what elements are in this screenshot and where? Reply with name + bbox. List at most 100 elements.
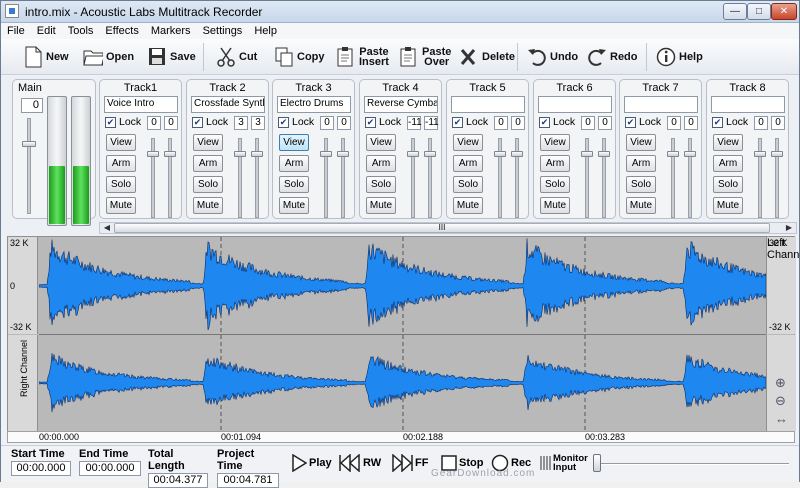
left-fader[interactable]	[667, 138, 679, 218]
waveform-editor[interactable]: 32 K 0 -32 K Right Channel 32 K Left Cha…	[7, 236, 800, 440]
redo-button[interactable]: Redo	[587, 41, 638, 73]
track-value-2[interactable]: 0	[337, 116, 351, 130]
menu-help[interactable]: Help	[248, 23, 283, 39]
zoom-in-icon[interactable]: ⊕	[775, 375, 786, 391]
mute-button[interactable]: Mute	[453, 197, 483, 214]
monitor-input-button[interactable]: Monitor Input	[539, 452, 588, 474]
arm-button[interactable]: Arm	[626, 155, 656, 172]
mute-button[interactable]: Mute	[366, 197, 396, 214]
track-name-field[interactable]: Reverse Cymbal F	[364, 96, 438, 113]
left-fader[interactable]	[494, 138, 506, 218]
track-value-1[interactable]: 0	[754, 116, 768, 130]
mute-button[interactable]: Mute	[193, 197, 223, 214]
paste-over-button[interactable]: Paste Over	[399, 41, 451, 73]
track-value-2[interactable]: -11	[424, 116, 439, 130]
track-value-1[interactable]: 0	[320, 116, 334, 130]
lock-checkbox[interactable]: ✔	[712, 117, 723, 128]
track-value-1[interactable]: -11	[407, 116, 422, 130]
right-fader-knob[interactable]	[251, 151, 263, 157]
mute-button[interactable]: Mute	[540, 197, 570, 214]
title-bar[interactable]: intro.mix - Acoustic Labs Multitrack Rec…	[1, 1, 799, 23]
left-fader-knob[interactable]	[320, 151, 332, 157]
left-fader-knob[interactable]	[147, 151, 159, 157]
left-fader-knob[interactable]	[234, 151, 246, 157]
mixer-horizontal-scrollbar[interactable]: ◀ III ▶	[99, 222, 797, 234]
right-fader[interactable]	[251, 138, 263, 218]
track-value-1[interactable]: 0	[494, 116, 508, 130]
left-fader[interactable]	[234, 138, 246, 218]
solo-button[interactable]: Solo	[626, 176, 656, 193]
close-button[interactable]: ✕	[771, 3, 797, 20]
right-fader-knob[interactable]	[424, 151, 436, 157]
monitor-level-track[interactable]	[593, 463, 789, 465]
solo-button[interactable]: Solo	[193, 176, 223, 193]
solo-button[interactable]: Solo	[713, 176, 743, 193]
cut-button[interactable]: Cut	[216, 41, 257, 73]
right-fader[interactable]	[511, 138, 523, 218]
menu-settings[interactable]: Settings	[197, 23, 249, 39]
undo-button[interactable]: Undo	[527, 41, 578, 73]
right-fader[interactable]	[164, 138, 176, 218]
menu-edit[interactable]: Edit	[31, 23, 62, 39]
lock-checkbox[interactable]: ✔	[105, 117, 116, 128]
solo-button[interactable]: Solo	[106, 176, 136, 193]
right-fader-knob[interactable]	[598, 151, 610, 157]
minimize-button[interactable]: —	[723, 3, 747, 20]
time-ruler[interactable]: 00:00.000 00:01.094 00:02.188 00:03.283	[7, 431, 795, 443]
main-fader-knob[interactable]	[22, 141, 36, 147]
view-button[interactable]: View	[540, 134, 570, 151]
fast-forward-button[interactable]: FF	[391, 452, 428, 474]
main-fader[interactable]	[22, 118, 36, 214]
right-fader[interactable]	[598, 138, 610, 218]
track-value-1[interactable]: 0	[581, 116, 595, 130]
arm-button[interactable]: Arm	[193, 155, 223, 172]
view-button[interactable]: View	[193, 134, 223, 151]
left-fader[interactable]	[147, 138, 159, 218]
arm-button[interactable]: Arm	[366, 155, 396, 172]
lock-checkbox[interactable]: ✔	[192, 117, 203, 128]
view-button[interactable]: View	[106, 134, 136, 151]
right-fader-knob[interactable]	[337, 151, 349, 157]
lock-checkbox[interactable]: ✔	[365, 117, 376, 128]
view-button[interactable]: View	[366, 134, 396, 151]
left-fader[interactable]	[407, 138, 419, 218]
right-fader[interactable]	[771, 138, 783, 218]
mute-button[interactable]: Mute	[626, 197, 656, 214]
save-button[interactable]: Save	[147, 41, 196, 73]
right-fader-knob[interactable]	[684, 151, 696, 157]
left-fader-knob[interactable]	[667, 151, 679, 157]
solo-button[interactable]: Solo	[540, 176, 570, 193]
waveform-display[interactable]	[39, 237, 766, 431]
help-button[interactable]: Help	[656, 41, 703, 73]
menu-tools[interactable]: Tools	[62, 23, 100, 39]
end-time-field[interactable]: 00:00.000	[79, 461, 141, 476]
arm-button[interactable]: Arm	[279, 155, 309, 172]
track-name-field[interactable]: Voice Intro	[104, 96, 178, 113]
play-button[interactable]: Play	[291, 452, 332, 474]
left-fader-knob[interactable]	[494, 151, 506, 157]
track-value-2[interactable]: 0	[164, 116, 178, 130]
new-button[interactable]: New	[23, 41, 69, 73]
menu-effects[interactable]: Effects	[99, 23, 144, 39]
monitor-level-knob[interactable]	[593, 454, 601, 472]
lock-checkbox[interactable]: ✔	[625, 117, 636, 128]
track-value-2[interactable]: 0	[684, 116, 698, 130]
left-fader-knob[interactable]	[407, 151, 419, 157]
track-name-field[interactable]: Electro Drums	[277, 96, 351, 113]
view-button[interactable]: View	[713, 134, 743, 151]
track-name-field[interactable]: Crossfade Synth	[191, 96, 265, 113]
scroll-right-arrow-icon[interactable]: ▶	[782, 223, 796, 233]
zoom-fit-icon[interactable]: ↔	[775, 411, 788, 426]
solo-button[interactable]: Solo	[366, 176, 396, 193]
menu-markers[interactable]: Markers	[145, 23, 197, 39]
copy-button[interactable]: Copy	[274, 41, 325, 73]
rewind-button[interactable]: RW	[339, 452, 381, 474]
track-name-field[interactable]	[711, 96, 785, 113]
right-fader[interactable]	[337, 138, 349, 218]
delete-button[interactable]: Delete	[459, 41, 515, 73]
track-value-2[interactable]: 3	[251, 116, 265, 130]
scroll-thumb[interactable]: III	[114, 223, 770, 233]
left-fader-knob[interactable]	[754, 151, 766, 157]
track-name-field[interactable]	[451, 96, 525, 113]
arm-button[interactable]: Arm	[540, 155, 570, 172]
